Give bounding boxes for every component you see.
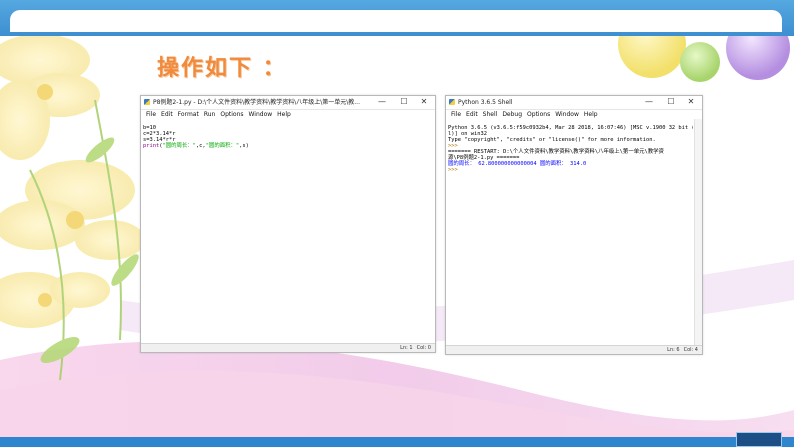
maximize-button[interactable]: ☐ [664,96,678,109]
shell-prompt: >>> [448,167,461,173]
editor-statusbar: Ln: 1 Col: 0 [141,343,435,352]
menu-window[interactable]: Window [249,111,273,118]
menu-help[interactable]: Help [584,111,598,118]
shell-statusbar: Ln: 6 Col: 4 [446,345,702,354]
shell-scrollbar[interactable] [694,119,702,345]
slide-top-bar-inner [10,10,782,32]
menu-file[interactable]: File [451,111,461,118]
shell-output[interactable]: Python 3.6.5 (v3.6.5:f59c0932b4, Mar 28 … [448,119,693,345]
code-editor[interactable]: b=10 c=2*3.14*r s=3.14*r*r print("圆的周长：",c,… [143,119,433,343]
maximize-button[interactable]: ☐ [397,96,411,109]
code-string: "圆的周长：" [162,143,196,149]
shell-titlebar[interactable]: Python 3.6.5 Shell — ☐ ✕ [446,96,702,110]
status-col: Col: 0 [416,345,431,351]
python-icon [449,99,455,105]
code-text: ,c, [195,143,206,149]
editor-window-title: P8例题2-1.py - D:\个人文件资料\教学资料\教学资料\八年级上\第一… [153,99,360,106]
minimize-button[interactable]: — [642,96,656,109]
menu-help[interactable]: Help [277,111,291,118]
shell-window-title: Python 3.6.5 Shell [458,99,513,106]
slide-title: 操作如下 ： [157,56,287,81]
shell-menubar: File Edit Shell Debug Options Window Help [446,110,702,119]
slide-top-bar [0,0,794,36]
slide-bottom-bar [0,437,794,447]
code-text: ,s) [239,143,249,149]
code-string: "圆的面积：" [205,143,240,149]
status-line: Ln: 1 [400,345,413,351]
menu-file[interactable]: File [146,111,156,118]
shell-window[interactable]: Python 3.6.5 Shell — ☐ ✕ File Edit Shell De… [445,95,703,355]
menu-run[interactable]: Run [204,111,216,118]
status-line: Ln: 6 [667,347,680,353]
editor-menubar: File Edit Format Run Options Window Help [141,110,435,119]
close-button[interactable]: ✕ [417,96,431,109]
menu-debug[interactable]: Debug [502,111,522,118]
status-col: Col: 4 [683,347,698,353]
minimize-button[interactable]: — [375,96,389,109]
close-button[interactable]: ✕ [684,96,698,109]
menu-format[interactable]: Format [178,111,199,118]
python-icon [144,99,150,105]
code-keyword: print [143,143,160,149]
menu-edit[interactable]: Edit [161,111,173,118]
menu-edit[interactable]: Edit [466,111,478,118]
menu-options[interactable]: Options [220,111,243,118]
editor-titlebar[interactable]: P8例题2-1.py - D:\个人文件资料\教学资料\教学资料\八年级上\第一… [141,96,435,110]
editor-window[interactable]: P8例题2-1.py - D:\个人文件资料\教学资料\教学资料\八年级上\第一… [140,95,436,353]
code-line: print("圆的周长：",c,"圆的面积：",s) [143,143,433,149]
menu-shell[interactable]: Shell [483,111,498,118]
menu-window[interactable]: Window [555,111,579,118]
menu-options[interactable]: Options [527,111,550,118]
slide-nav-button[interactable] [736,432,782,447]
